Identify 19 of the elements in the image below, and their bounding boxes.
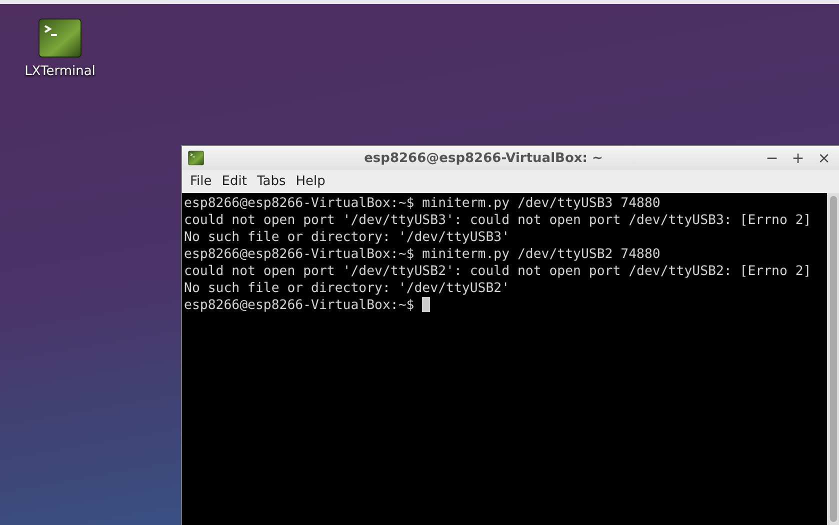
terminal-prompt: esp8266@esp8266-VirtualBox:~$ bbox=[184, 298, 414, 313]
menu-item[interactable]: Help bbox=[292, 174, 330, 189]
menu-item[interactable]: Edit bbox=[218, 174, 251, 189]
close-button[interactable]: × bbox=[815, 149, 833, 167]
scrollbar[interactable] bbox=[827, 193, 839, 525]
maximize-button[interactable]: + bbox=[789, 149, 807, 167]
minimize-button[interactable]: − bbox=[763, 149, 781, 167]
terminal-line: No such file or directory: '/dev/ttyUSB2' bbox=[184, 280, 511, 297]
terminal-icon bbox=[188, 150, 204, 166]
terminal-line: No such file or directory: '/dev/ttyUSB3' bbox=[184, 229, 511, 246]
terminal-line: esp8266@esp8266-VirtualBox:~$ miniterm.py /dev/ttyUSB3 74880 bbox=[184, 195, 662, 212]
terminal-icon bbox=[38, 18, 82, 58]
desktop-icon-label[interactable]: LXTerminal bbox=[24, 64, 96, 79]
menu-item[interactable]: File bbox=[186, 174, 216, 189]
terminal-line: could not open port '/dev/ttyUSB3': could not open port /dev/ttyUSB3: [Errno 2] bbox=[184, 212, 812, 229]
window-title: esp8266@esp8266-VirtualBox: ~ bbox=[363, 150, 604, 166]
terminal-line: esp8266@esp8266-VirtualBox:~$ miniterm.py /dev/ttyUSB2 74880 bbox=[184, 246, 662, 263]
terminal-line: could not open port '/dev/ttyUSB2': could not open port /dev/ttyUSB2: [Errno 2] bbox=[184, 263, 812, 280]
menu-item[interactable]: Tabs bbox=[252, 174, 290, 189]
